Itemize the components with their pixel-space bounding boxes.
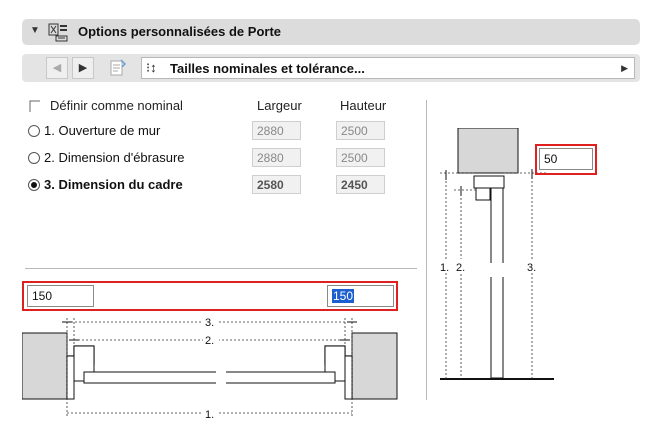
door-leaf-right	[221, 371, 336, 384]
next-button[interactable]: ▶	[72, 57, 94, 79]
door-settings-icon	[48, 23, 68, 42]
section-label-1: 1.	[440, 262, 449, 274]
plan-label-1: 1.	[205, 409, 214, 421]
dimension-icon: ⁝↕	[146, 60, 157, 75]
toolbar: ◀ ▶ ⁝↕ Tailles nominales et tolérance...…	[22, 54, 640, 82]
horizontal-separator	[25, 268, 417, 269]
dropdown-label: Tailles nominales et tolérance...	[170, 61, 365, 76]
plan-label-2: 2.	[205, 335, 214, 347]
dropdown-arrow-icon: ▶	[621, 63, 628, 73]
hauteur-field-reveal-dimension: 2500	[336, 148, 385, 167]
prev-arrow-icon: ◀	[52, 62, 62, 74]
right-wall	[351, 332, 398, 400]
plan-label-3: 3.	[205, 317, 214, 329]
next-arrow-icon: ▶	[78, 62, 88, 74]
plan-diagram: 3. 2. 1.	[22, 316, 398, 421]
option-label-frame-dimension: 3. Dimension du cadre	[44, 177, 183, 192]
left-wall	[22, 332, 68, 400]
right-plan-tolerance-input[interactable]: 150	[327, 285, 394, 307]
radio-wall-opening[interactable]	[28, 125, 40, 137]
settings-page-dropdown[interactable]: ⁝↕ Tailles nominales et tolérance... ▶	[141, 57, 635, 79]
hauteur-field-wall-opening: 2500	[336, 121, 385, 140]
vertical-separator	[426, 100, 427, 400]
largeur-header: Largeur	[257, 98, 302, 113]
panel-title: Options personnalisées de Porte	[78, 24, 281, 39]
option-label-wall-opening: 1. Ouverture de mur	[44, 123, 161, 138]
left-tolerance-input[interactable]: 150	[27, 285, 94, 307]
largeur-field-frame-dimension: 2580	[252, 175, 301, 194]
largeur-field-reveal-dimension: 2880	[252, 148, 301, 167]
wall-head	[457, 128, 519, 174]
nominal-bracket-icon	[29, 100, 40, 112]
panel-header[interactable]: ▼ Options personnalisées de Porte	[22, 19, 640, 45]
page-edit-icon	[110, 59, 127, 76]
collapse-triangle-icon[interactable]: ▼	[30, 25, 40, 36]
section-tolerance-value: 50	[544, 152, 558, 166]
hauteur-field-frame-dimension: 2450	[336, 175, 385, 194]
page-edit-button[interactable]	[107, 57, 129, 79]
radio-reveal-dimension[interactable]	[28, 152, 40, 164]
largeur-field-wall-opening: 2880	[252, 121, 301, 140]
section-label-2: 2.	[456, 262, 465, 274]
hauteur-header: Hauteur	[340, 98, 387, 113]
option-label-reveal-dimension: 2. Dimension d'ébrasure	[44, 150, 185, 165]
section-tolerance-input[interactable]: 50	[539, 148, 593, 170]
door-leaf-section	[490, 187, 504, 379]
previous-button[interactable]: ◀	[46, 57, 68, 79]
section-label-3: 3.	[527, 262, 536, 274]
left-tolerance-value: 150	[32, 289, 53, 303]
door-leaf-left	[83, 371, 221, 384]
radio-frame-dimension[interactable]	[28, 179, 40, 191]
nominal-label: Définir comme nominal	[50, 98, 183, 113]
right-plan-tolerance-value: 150	[332, 289, 355, 303]
